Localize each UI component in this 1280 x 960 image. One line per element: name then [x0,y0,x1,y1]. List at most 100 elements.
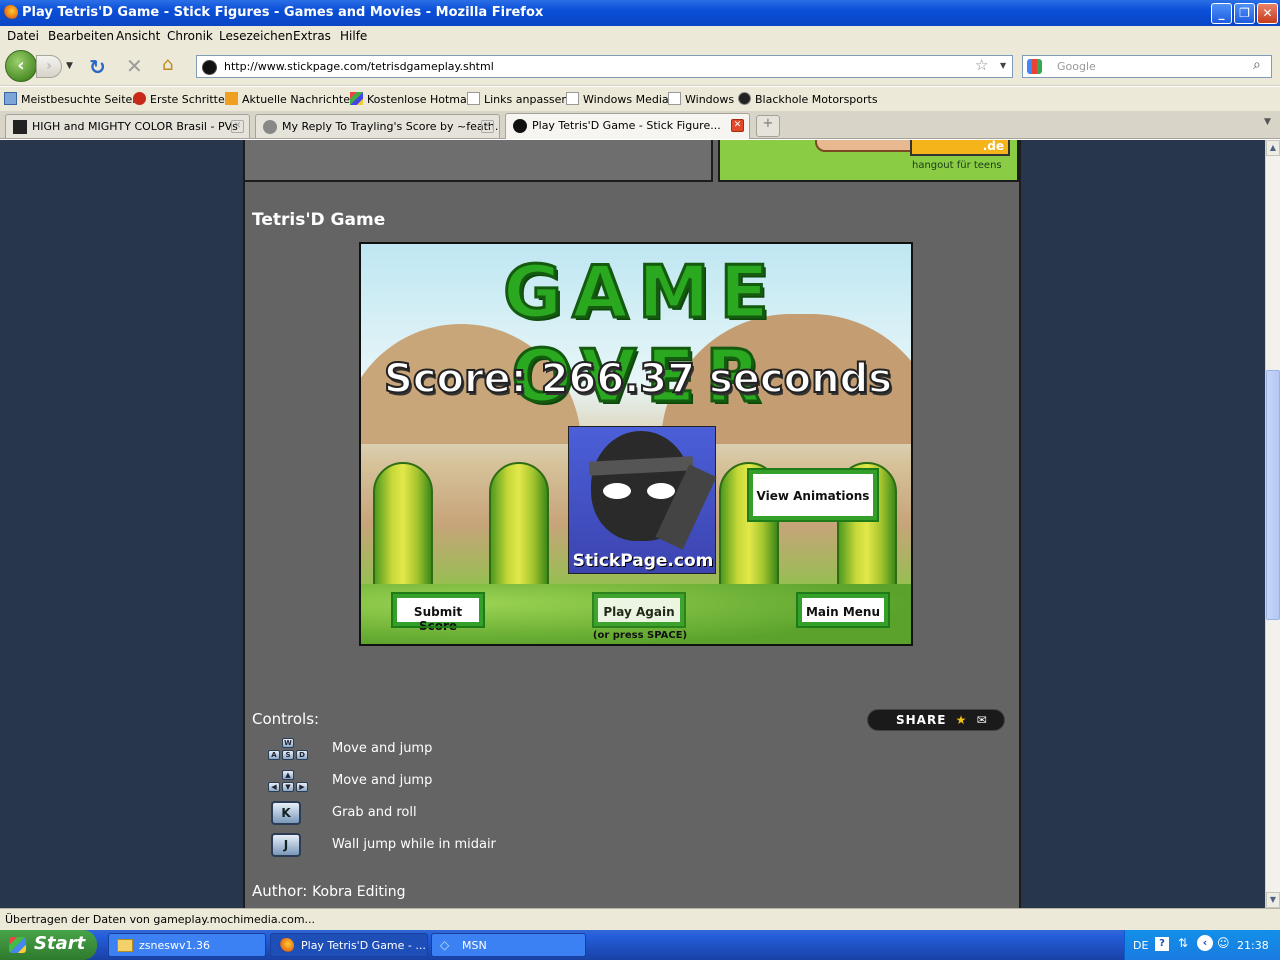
tab-close-icon[interactable]: ✕ [231,120,244,133]
scroll-down-button[interactable]: ▼ [1266,892,1280,908]
firefox-icon [3,5,18,20]
status-bar: Übertragen der Daten von gameplay.mochim… [0,908,1280,930]
mail-icon: ✉ [976,713,988,727]
bookmark-item[interactable]: Links anpassen [467,92,568,106]
game-area[interactable]: GAME OVER Score: 266.37 seconds StickPag… [359,242,913,646]
menu-datei[interactable]: Datei [7,29,39,43]
j-key-icon: J [271,833,301,857]
url-text: http://www.stickpage.com/tetrisdgameplay… [224,60,494,73]
green-pillar [373,462,433,602]
author-line: Author: Kobra Editing [252,882,406,900]
score-text: Score: 266.37 seconds [383,355,893,403]
k-key-icon: K [271,801,301,825]
page-icon [467,92,480,105]
tray-expand-icon[interactable]: ‹ [1197,935,1213,951]
status-text: Übertragen der Daten von gameplay.mochim… [5,913,316,926]
windows-flag-icon [350,92,363,105]
menu-hilfe[interactable]: Hilfe [340,29,367,43]
start-label: Start [34,933,86,954]
network-icon[interactable]: ⇅ [1178,936,1188,950]
bookmark-star-icon[interactable]: ☆ [975,56,988,74]
clock: 21:38 [1237,939,1269,952]
reload-icon[interactable]: ↻ [89,55,106,79]
google-icon[interactable] [1027,59,1042,74]
ad-banner[interactable]: .de hangout für teens [718,140,1019,182]
taskbar-item-zsnes[interactable]: zsneswv1.36 [108,933,266,957]
home-icon[interactable]: ⌂ [162,54,173,75]
bookmark-item[interactable]: Meistbesuchte Seiten [4,92,139,106]
bookmark-item[interactable]: Kostenlose Hotmail [350,92,473,106]
bookmark-item[interactable]: Windows [668,92,734,106]
url-dropdown-icon[interactable]: ▼ [1000,61,1006,70]
play-again-hint: (or press SPACE) [592,630,688,641]
windows-logo-icon [9,937,26,953]
language-indicator[interactable]: DE [1133,939,1148,952]
minimize-button[interactable]: _ [1211,3,1232,24]
control-j-label: Wall jump while in midair [332,837,496,852]
tab-my-reply[interactable]: My Reply To Trayling's Score by ~feath..… [255,114,500,138]
tab-favicon [13,120,27,134]
stickpage-logo[interactable]: StickPage.com [568,426,717,574]
taskbar-item-firefox[interactable]: Play Tetris'D Game - ... [270,933,428,957]
menu-bar: Datei Bearbeiten Ansicht Chronik Lesezei… [0,26,1280,47]
view-animations-button[interactable]: View Animations [747,468,879,522]
star-icon: ★ [955,713,968,727]
tab-list-icon[interactable]: ▼ [1264,117,1271,127]
window-title: Play Tetris'D Game - Stick Figures - Gam… [22,5,544,20]
ad-logo: .de [910,140,1010,156]
tab-close-icon[interactable]: ✕ [731,119,744,132]
scroll-up-button[interactable]: ▲ [1266,140,1280,156]
tab-bar: HIGH and MIGHTY COLOR Brasil - PVs ✕ My … [0,111,1280,139]
folder-icon [117,939,133,952]
ad-tagline: hangout für teens [912,160,1002,171]
restore-button[interactable]: ❐ [1234,3,1255,24]
main-menu-button[interactable]: Main Menu [796,592,890,628]
scroll-thumb[interactable] [1266,370,1280,620]
share-button[interactable]: SHARE ★ ✉ [867,709,1005,731]
tab-label: My Reply To Trayling's Score by ~feath..… [282,120,500,133]
tab-close-icon[interactable]: ✕ [481,120,494,133]
search-icon[interactable]: ⌕ [1253,57,1261,73]
rss-icon [225,92,238,105]
tab-label: HIGH and MIGHTY COLOR Brasil - PVs [32,120,238,133]
close-button[interactable]: ✕ [1257,3,1278,24]
firefox-bookmark-icon [133,92,146,105]
messenger-icon[interactable]: ☺ [1217,936,1230,950]
arrow-keys-icon: ▲ ◀ ▼ ▶ [263,770,313,796]
bookmark-item[interactable]: Aktuelle Nachrichten [225,92,357,106]
bookmark-item[interactable]: Blackhole Motorsports [738,92,878,106]
submit-score-button[interactable]: Submit Score [391,592,485,633]
tab-favicon [513,119,527,133]
control-arrows-label: Move and jump [332,773,433,788]
menu-ansicht[interactable]: Ansicht [116,29,160,43]
system-tray: DE ? ⇅ ‹ ☺ 21:38 [1124,930,1280,960]
tab-favicon [263,120,277,134]
ninja-eye [603,483,631,499]
menu-lesezeichen[interactable]: Lesezeichen [219,29,293,43]
tab-high-and-mighty[interactable]: HIGH and MIGHTY COLOR Brasil - PVs ✕ [5,114,250,138]
vertical-scrollbar[interactable]: ▲ ▼ [1265,140,1280,908]
new-tab-button[interactable]: + [756,115,780,137]
start-button[interactable]: Start [0,930,97,960]
controls-heading: Controls: [252,710,320,728]
tab-tetrisd-game[interactable]: Play Tetris'D Game - Stick Figure... ✕ [505,113,750,139]
bookmark-item[interactable]: Erste Schritte [133,92,225,106]
history-dropdown-icon[interactable]: ▼ [66,61,73,71]
forward-button[interactable]: › [36,55,62,78]
control-k-label: Grab and roll [332,805,417,820]
taskbar-item-msn[interactable]: ◇ MSN [431,933,586,957]
folder-icon [4,92,17,105]
menu-extras[interactable]: Extras [293,29,331,43]
green-pillar [489,462,549,602]
stop-icon[interactable]: ✕ [126,54,143,78]
author-name: Kobra Editing [312,884,406,900]
play-again-button[interactable]: Play Again [592,592,686,628]
search-box[interactable]: Google ⌕ [1022,55,1272,78]
bookmark-item[interactable]: Windows Media [566,92,669,106]
page-icon [566,92,579,105]
help-icon[interactable]: ? [1155,937,1169,951]
back-button[interactable]: ‹ [5,50,37,82]
menu-chronik[interactable]: Chronik [167,29,213,43]
menu-bearbeiten[interactable]: Bearbeiten [48,29,114,43]
address-bar[interactable]: http://www.stickpage.com/tetrisdgameplay… [196,55,1013,78]
